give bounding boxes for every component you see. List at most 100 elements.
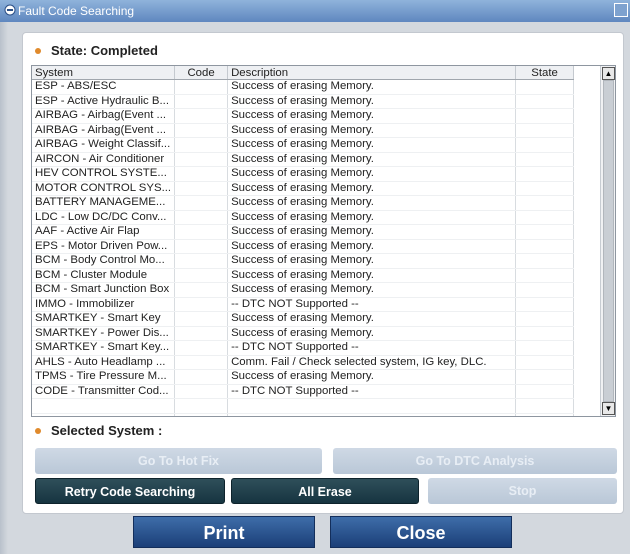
cell-system: ESP - ABS/ESC: [32, 79, 176, 95]
all-erase-button[interactable]: All Erase: [231, 478, 419, 504]
close-button[interactable]: Close: [330, 516, 512, 548]
table-row[interactable]: AIRBAG - Airbag(Event ... Success of eras…: [32, 108, 575, 124]
column-header-description[interactable]: Description: [227, 66, 517, 80]
print-button[interactable]: Print: [133, 516, 315, 548]
cell-code: [174, 268, 229, 283]
cell-code: [174, 413, 229, 416]
table-row[interactable]: MOTOR CONTROL SYS... Success of erasing M…: [32, 181, 575, 196]
cell-description: Success of erasing Memory.: [227, 210, 517, 225]
cell-state: [515, 195, 575, 211]
maximize-icon[interactable]: [614, 3, 628, 17]
cell-description: Success of erasing Memory.: [227, 195, 517, 211]
cell-description: Success of erasing Memory.: [227, 94, 517, 109]
cell-system: AIRBAG - Weight Classif...: [32, 137, 176, 153]
table-row[interactable]: SMARTKEY - Smart Key Success of erasing M…: [32, 311, 575, 327]
cell-system: EPS - Motor Driven Pow...: [32, 239, 176, 254]
table-row[interactable]: AAF - Active Air Flap Success of erasing …: [32, 224, 575, 240]
scroll-thumb[interactable]: [603, 80, 614, 402]
go-to-dtc-analysis-button[interactable]: Go To DTC Analysis: [333, 448, 617, 474]
retry-code-searching-button[interactable]: Retry Code Searching: [35, 478, 225, 504]
cell-description: Success of erasing Memory.: [227, 79, 517, 95]
cell-system: BCM - Body Control Mo...: [32, 253, 176, 269]
cell-state: [515, 137, 575, 153]
table-row[interactable]: ESP - Active Hydraulic B... Success of er…: [32, 94, 575, 109]
selected-system: Selected System :: [35, 423, 162, 438]
table-row[interactable]: [32, 398, 575, 414]
table-row[interactable]: AIRBAG - Airbag(Event ... Success of eras…: [32, 123, 575, 138]
scroll-up-icon[interactable]: ▲: [602, 67, 615, 80]
cell-description: Comm. Fail / Check selected system, IG k…: [227, 355, 517, 370]
table-row[interactable]: BATTERY MANAGEME... Success of erasing Me…: [32, 195, 575, 211]
cell-description: Success of erasing Memory.: [227, 282, 517, 298]
cell-description: Success of erasing Memory.: [227, 166, 517, 182]
cell-state: [515, 224, 575, 240]
cell-description: Success of erasing Memory.: [227, 181, 517, 196]
bullet-dot-icon: [35, 427, 41, 434]
cell-code: [174, 355, 229, 370]
table-row[interactable]: ESP - ABS/ESC Success of erasing Memory.: [32, 79, 575, 95]
scroll-down-icon[interactable]: ▼: [602, 402, 615, 415]
cell-description: Success of erasing Memory.: [227, 253, 517, 269]
cell-state: [515, 79, 575, 95]
go-to-hot-fix-button[interactable]: Go To Hot Fix: [35, 448, 322, 474]
cell-system: CODE - Transmitter Cod...: [32, 384, 176, 399]
table-row[interactable]: EPS - Motor Driven Pow... Success of eras…: [32, 239, 575, 254]
cell-system: AIRBAG - Airbag(Event ...: [32, 123, 176, 138]
cell-description: [227, 413, 517, 416]
cell-state: [515, 398, 575, 414]
table-row[interactable]: CODE - Transmitter Cod... -- DTC NOT Supp…: [32, 384, 575, 399]
table-row[interactable]: HEV CONTROL SYSTE... Success of erasing M…: [32, 166, 575, 182]
cell-state: [515, 152, 575, 167]
cell-system: SMARTKEY - Power Dis...: [32, 326, 176, 341]
cell-state: [515, 413, 575, 416]
column-header-code[interactable]: Code: [174, 66, 229, 80]
table-row[interactable]: BCM - Body Control Mo... Success of erasi…: [32, 253, 575, 269]
cell-description: Success of erasing Memory.: [227, 268, 517, 283]
cell-description: Success of erasing Memory.: [227, 311, 517, 327]
cell-code: [174, 152, 229, 167]
cell-system: SMARTKEY - Smart Key...: [32, 340, 176, 356]
cell-state: [515, 340, 575, 356]
cell-system: ESP - Active Hydraulic B...: [32, 94, 176, 109]
results-panel: State: Completed System Code Description…: [22, 32, 624, 514]
table-row[interactable]: LDC - Low DC/DC Conv... Success of erasin…: [32, 210, 575, 225]
cell-code: [174, 311, 229, 327]
table-row[interactable]: SMARTKEY - Power Dis... Success of erasin…: [32, 326, 575, 341]
state-status: State: Completed: [35, 43, 158, 58]
cell-code: [174, 253, 229, 269]
table-row[interactable]: AIRBAG - Weight Classif... Success of era…: [32, 137, 575, 153]
state-label: State: Completed: [51, 43, 158, 58]
column-header-system[interactable]: System: [32, 66, 176, 80]
cell-code: [174, 79, 229, 95]
cell-state: [515, 166, 575, 182]
table-row[interactable]: SMARTKEY - Smart Key... -- DTC NOT Suppor…: [32, 340, 575, 356]
cell-code: [174, 297, 229, 312]
cell-code: [174, 326, 229, 341]
cell-code: [174, 123, 229, 138]
cell-description: -- DTC NOT Supported --: [227, 297, 517, 312]
table-row[interactable]: [32, 413, 575, 416]
cell-description: Success of erasing Memory.: [227, 152, 517, 167]
cell-code: [174, 94, 229, 109]
cell-state: [515, 311, 575, 327]
table-scrollbar[interactable]: ▲ ▼: [600, 66, 615, 416]
window-title: Fault Code Searching: [18, 4, 135, 18]
cell-state: [515, 282, 575, 298]
table-row[interactable]: IMMO - Immobilizer -- DTC NOT Supported -…: [32, 297, 575, 312]
table-row[interactable]: AIRCON - Air Conditioner Success of erasi…: [32, 152, 575, 167]
cell-system: AHLS - Auto Headlamp ...: [32, 355, 176, 370]
selected-system-label: Selected System :: [51, 423, 163, 438]
cell-code: [174, 224, 229, 240]
cell-description: Success of erasing Memory.: [227, 108, 517, 124]
table-row[interactable]: BCM - Cluster Module Success of erasing M…: [32, 268, 575, 283]
system-table[interactable]: System Code Description State ESP - ABS/…: [31, 65, 616, 417]
cell-state: [515, 355, 575, 370]
cell-description: Success of erasing Memory.: [227, 369, 517, 385]
cell-system: AIRCON - Air Conditioner: [32, 152, 176, 167]
cell-code: [174, 369, 229, 385]
stop-button[interactable]: Stop: [428, 478, 617, 504]
table-row[interactable]: TPMS - Tire Pressure M... Success of eras…: [32, 369, 575, 385]
table-row[interactable]: AHLS - Auto Headlamp ... Comm. Fail / Che…: [32, 355, 575, 370]
column-header-state[interactable]: State: [515, 66, 575, 80]
table-row[interactable]: BCM - Smart Junction Box Success of erasi…: [32, 282, 575, 298]
